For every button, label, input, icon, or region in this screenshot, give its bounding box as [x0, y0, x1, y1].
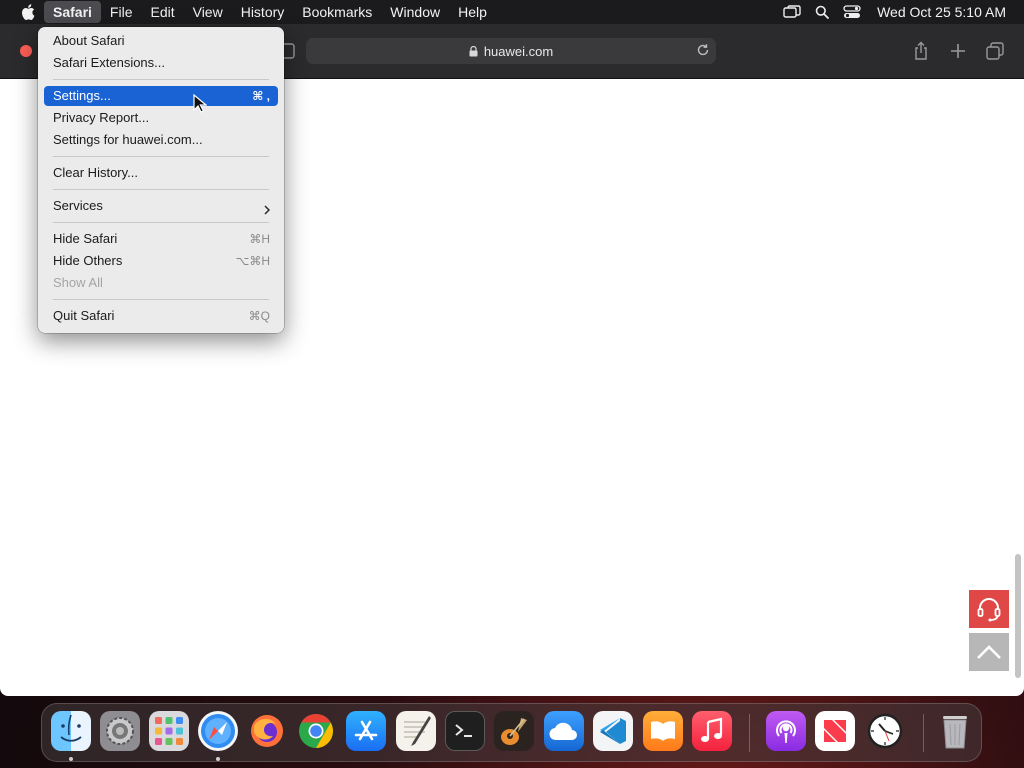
dock-finder-icon[interactable]	[51, 711, 91, 751]
tab-overview-icon[interactable]	[984, 40, 1006, 62]
menu-item-settings-for-site[interactable]: Settings for huawei.com...	[44, 130, 278, 150]
dock-icloud-icon[interactable]	[544, 711, 584, 751]
menu-item-label: Show All	[53, 275, 103, 290]
menu-item-label: Hide Others	[53, 253, 123, 268]
dock-music-icon[interactable]	[692, 711, 732, 751]
dock-news-icon[interactable]	[815, 711, 855, 751]
dock-chrome-icon[interactable]	[296, 711, 336, 751]
dock-clock-icon[interactable]	[865, 711, 905, 751]
menu-item-privacy-report[interactable]: Privacy Report...	[44, 108, 278, 128]
dock-divider	[749, 714, 750, 752]
menu-item-hide-safari[interactable]: Hide Safari ⌘H	[44, 229, 278, 249]
chevron-right-icon	[264, 201, 271, 221]
menu-bookmarks[interactable]: Bookmarks	[293, 1, 381, 23]
mouse-cursor-icon	[193, 93, 208, 119]
menu-item-label: About Safari	[53, 33, 125, 48]
dock-system-settings-icon[interactable]	[100, 711, 140, 751]
reload-icon[interactable]	[696, 43, 710, 60]
spotlight-search-icon[interactable]	[807, 0, 837, 24]
menu-safari[interactable]: Safari	[44, 1, 101, 23]
menu-item-settings[interactable]: Settings... ⌘ ,	[44, 86, 278, 106]
menu-item-shortcut: ⌘H	[249, 232, 270, 246]
menu-separator	[53, 156, 269, 157]
address-bar[interactable]: huawei.com	[306, 38, 716, 64]
menu-item-clear-history[interactable]: Clear History...	[44, 163, 278, 183]
dock-firefox-icon[interactable]	[247, 711, 287, 751]
menu-view[interactable]: View	[184, 1, 232, 23]
dock-books-icon[interactable]	[643, 711, 683, 751]
dock-trash-icon[interactable]	[935, 711, 975, 751]
menu-item-shortcut: ⌥⌘H	[235, 254, 271, 268]
customer-support-button[interactable]	[969, 590, 1009, 628]
menu-item-label: Services	[53, 198, 103, 213]
menu-separator	[53, 189, 269, 190]
headset-icon	[977, 598, 1001, 622]
dock-safari-icon[interactable]	[198, 711, 238, 751]
menu-separator	[53, 79, 269, 80]
page-scrollbar[interactable]	[1015, 554, 1021, 678]
menu-history[interactable]: History	[232, 1, 294, 23]
menu-item-label: Clear History...	[53, 165, 138, 180]
lock-icon	[469, 45, 478, 57]
dock-running-indicator	[216, 757, 220, 761]
dock-running-indicator	[69, 757, 73, 761]
close-window-button[interactable]	[20, 45, 32, 57]
menu-separator	[53, 299, 269, 300]
dock-vscode-icon[interactable]	[593, 711, 633, 751]
back-to-top-button[interactable]	[969, 633, 1009, 671]
menu-window[interactable]: Window	[381, 1, 449, 23]
screen-mirroring-icon[interactable]	[777, 0, 807, 24]
menu-item-label: Quit Safari	[53, 308, 115, 323]
dock-podcasts-icon[interactable]	[766, 711, 806, 751]
menu-edit[interactable]: Edit	[141, 1, 183, 23]
menu-item-shortcut: ⌘ ,	[252, 89, 270, 103]
dock	[41, 703, 982, 762]
menu-item-hide-others[interactable]: Hide Others ⌥⌘H	[44, 251, 278, 271]
menu-item-label: Hide Safari	[53, 231, 118, 246]
menu-item-quit-safari[interactable]: Quit Safari ⌘Q	[44, 306, 278, 326]
share-icon[interactable]	[910, 40, 932, 62]
chevron-up-icon	[977, 645, 1001, 659]
dock-app-store-icon[interactable]	[346, 711, 386, 751]
menu-item-show-all: Show All	[44, 273, 278, 293]
menu-item-about-safari[interactable]: About Safari	[44, 31, 278, 51]
menu-item-services[interactable]: Services	[44, 196, 278, 216]
new-tab-icon[interactable]	[947, 40, 969, 62]
menu-item-shortcut: ⌘Q	[248, 309, 270, 323]
menu-separator	[53, 222, 269, 223]
menu-item-label: Safari Extensions...	[53, 55, 165, 70]
dock-garageband-icon[interactable]	[494, 711, 534, 751]
menu-item-label: Settings...	[53, 88, 111, 103]
menu-bar: Safari File Edit View History Bookmarks …	[0, 0, 1024, 24]
menu-file[interactable]: File	[101, 1, 142, 23]
address-url: huawei.com	[483, 43, 554, 59]
dock-launchpad-icon[interactable]	[149, 711, 189, 751]
dock-terminal-icon[interactable]	[445, 711, 485, 751]
apple-menu-icon[interactable]	[18, 0, 38, 24]
menubar-clock[interactable]: Wed Oct 25 5:10 AM	[877, 4, 1006, 20]
dock-textedit-icon[interactable]	[396, 711, 436, 751]
menu-help[interactable]: Help	[449, 1, 496, 23]
menu-item-safari-extensions[interactable]: Safari Extensions...	[44, 53, 278, 73]
safari-app-menu: About Safari Safari Extensions... Settin…	[38, 27, 284, 333]
control-center-icon[interactable]	[837, 0, 867, 24]
menu-item-label: Settings for huawei.com...	[53, 132, 203, 147]
dock-divider	[923, 714, 924, 752]
menu-item-label: Privacy Report...	[53, 110, 150, 125]
